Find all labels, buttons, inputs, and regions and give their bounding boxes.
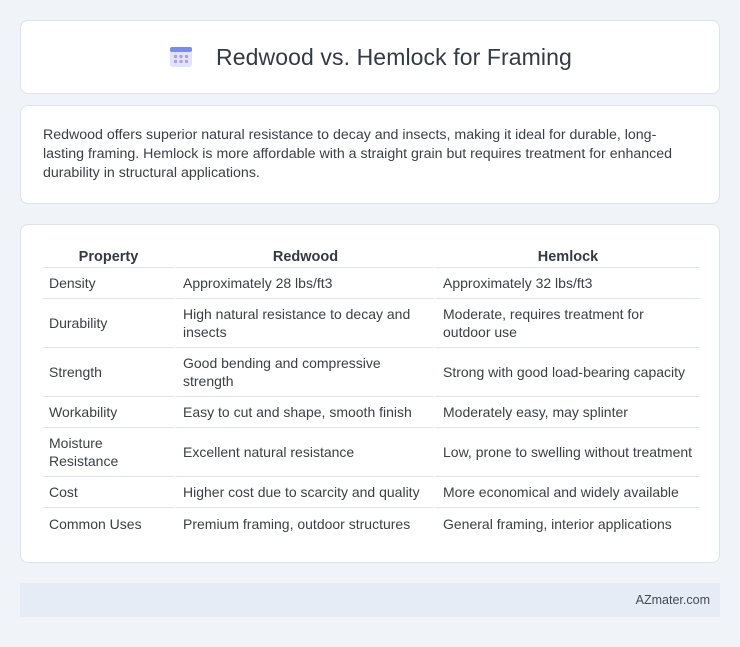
property-cell: Common Uses: [49, 515, 142, 532]
table-row: Workability Easy to cut and shape, smoot…: [43, 397, 699, 428]
redwood-cell: Higher cost due to scarcity and quality: [174, 477, 434, 508]
comparison-table: Property Redwood Hemlock Density Approxi…: [43, 243, 699, 539]
property-cell: Workability: [43, 397, 174, 428]
table-row: Moisture Resistance Excellent natural re…: [43, 428, 699, 477]
table-row: Common Uses Premium framing, outdoor str…: [43, 508, 699, 539]
column-header-redwood: Redwood: [174, 243, 434, 268]
table-row: Durability High natural resistance to de…: [43, 299, 699, 348]
table-row: Density Approximately 28 lbs/ft3 Approxi…: [43, 268, 699, 299]
hemlock-cell: Strong with good load-bearing capacity: [434, 348, 699, 397]
hemlock-cell: Low, prone to swelling without treatment: [434, 428, 699, 477]
footer-brand-link[interactable]: AZmater.com: [636, 593, 710, 607]
hemlock-cell: Approximately 32 lbs/ft3: [434, 268, 699, 299]
page-title: Redwood vs. Hemlock for Framing: [216, 43, 572, 70]
property-cell: Moisture Resistance: [43, 428, 174, 477]
property-cell: Strength: [43, 348, 174, 397]
property-cell: Durability: [43, 299, 174, 348]
column-header-property: Property: [43, 243, 174, 268]
redwood-cell: Excellent natural resistance: [174, 428, 434, 477]
column-header-hemlock: Hemlock: [434, 243, 699, 268]
redwood-cell: Easy to cut and shape, smooth finish: [174, 397, 434, 428]
hemlock-cell: Moderately easy, may splinter: [434, 397, 699, 428]
redwood-cell: Good bending and compressive strength: [174, 348, 434, 397]
calendar-grid-icon: [168, 44, 194, 70]
comparison-card: Property Redwood Hemlock Density Approxi…: [20, 224, 720, 563]
redwood-cell: Approximately 28 lbs/ft3: [174, 268, 434, 299]
property-cell: Density: [43, 268, 174, 299]
table-row: Strength Good bending and compressive st…: [43, 348, 699, 397]
redwood-cell: Premium framing, outdoor structures: [174, 508, 434, 539]
footer-bar: AZmater.com: [20, 583, 720, 617]
property-cell: Cost: [43, 477, 174, 508]
intro-card: Redwood offers superior natural resistan…: [20, 105, 720, 204]
title-card: Redwood vs. Hemlock for Framing: [20, 20, 720, 94]
hemlock-cell: More economical and widely available: [434, 477, 699, 508]
hemlock-cell: Moderate, requires treatment for outdoor…: [434, 299, 699, 348]
hemlock-cell: General framing, interior applications: [434, 508, 699, 539]
intro-text: Redwood offers superior natural resistan…: [43, 127, 673, 181]
table-header-row: Property Redwood Hemlock: [43, 243, 699, 268]
table-row: Cost Higher cost due to scarcity and qua…: [43, 477, 699, 508]
redwood-cell: High natural resistance to decay and ins…: [174, 299, 434, 348]
